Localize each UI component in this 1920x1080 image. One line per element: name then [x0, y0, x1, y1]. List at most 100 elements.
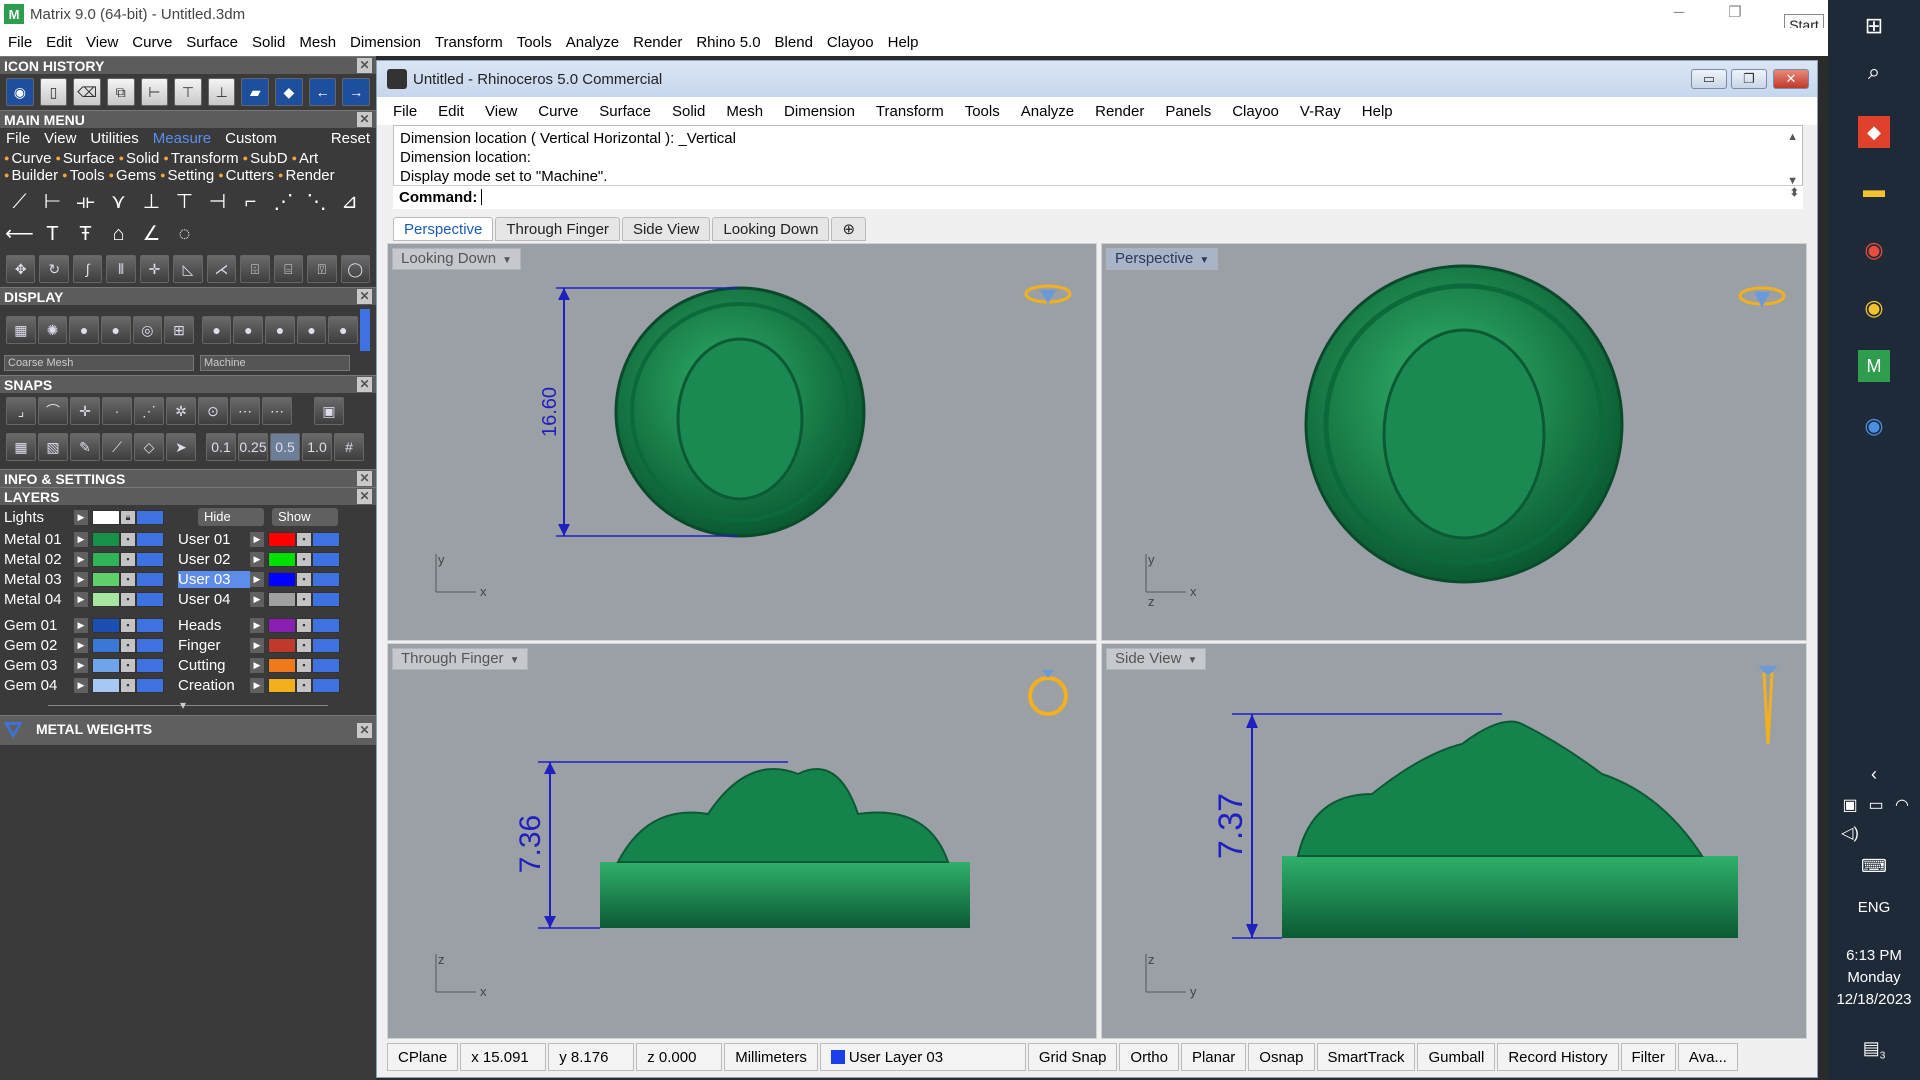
snap-value-025[interactable]: 0.25 — [238, 433, 268, 461]
measure-tool-icon[interactable]: ⊥ — [136, 187, 167, 217]
lock-icon[interactable]: ▪ — [120, 657, 136, 673]
grid-hash-icon[interactable]: # — [334, 433, 364, 461]
layer-visibility-toggle[interactable] — [136, 551, 164, 567]
cat-gems[interactable]: Gems — [109, 167, 156, 184]
history-tool-icon[interactable]: ◉ — [6, 78, 34, 106]
scale-xyz-icon[interactable]: ⍔ — [307, 255, 337, 283]
app-red-icon[interactable]: ◆ — [1858, 116, 1890, 148]
layer-name[interactable]: User 02 — [178, 551, 250, 568]
expand-arrow-icon[interactable]: ▶ — [250, 657, 264, 673]
layer-color-swatch[interactable] — [92, 531, 120, 547]
menu-edit[interactable]: Edit — [46, 34, 72, 51]
diamond-icon[interactable]: ◇ — [134, 433, 164, 461]
file-explorer-icon[interactable]: ▬ — [1858, 174, 1890, 206]
mm-tab-measure[interactable]: Measure — [153, 130, 211, 147]
expand-arrow-icon[interactable]: ▶ — [74, 617, 88, 633]
layer-color-swatch[interactable] — [268, 677, 296, 693]
status-filter[interactable]: Filter — [1620, 1043, 1676, 1071]
layer-name[interactable]: Heads — [178, 617, 250, 634]
platinum-material-icon[interactable]: ● — [296, 316, 327, 344]
taper-icon[interactable]: ⋌ — [206, 255, 237, 283]
layer-visibility-toggle[interactable] — [312, 531, 340, 547]
menu-blend[interactable]: Blend — [775, 34, 813, 51]
close-icon[interactable]: ✕ — [357, 489, 372, 504]
snap-end-icon[interactable]: ⌟ — [6, 397, 36, 425]
layer-color-swatch[interactable] — [92, 571, 120, 587]
rmenu-edit[interactable]: Edit — [438, 103, 464, 120]
add-tab-icon[interactable]: ⊕ — [831, 217, 867, 241]
lock-icon[interactable]: ▪ — [120, 571, 136, 587]
cat-setting[interactable]: Setting — [160, 167, 215, 184]
rmenu-solid[interactable]: Solid — [672, 103, 705, 120]
snap-settings-icon[interactable]: ▣ — [314, 397, 344, 425]
status-grid-snap[interactable]: Grid Snap — [1027, 1043, 1118, 1071]
rmenu-view[interactable]: View — [485, 103, 517, 120]
layer-name[interactable]: Gem 01 — [4, 617, 74, 634]
rmenu-clayoo[interactable]: Clayoo — [1232, 103, 1279, 120]
layer-color-swatch[interactable] — [92, 657, 120, 673]
layer-color-swatch[interactable] — [268, 551, 296, 567]
expand-arrow-icon[interactable]: ▶ — [250, 677, 264, 693]
dimension-horizontal-icon[interactable]: ⊥ — [207, 78, 236, 106]
layer-visibility-toggle[interactable] — [136, 677, 164, 693]
snap-near-icon[interactable]: ⌒ — [38, 397, 68, 425]
status-record-history[interactable]: Record History — [1497, 1043, 1619, 1071]
layer-color-swatch[interactable] — [92, 617, 120, 633]
mm-tab-utilities[interactable]: Utilities — [90, 130, 138, 147]
menu-rhino5[interactable]: Rhino 5.0 — [696, 34, 760, 51]
expand-arrow-icon[interactable]: ▶ — [250, 551, 264, 567]
layer-visibility-toggle[interactable] — [312, 571, 340, 587]
layer-color-swatch[interactable] — [268, 591, 296, 607]
clock[interactable]: 6:13 PM Monday 12/18/2023 — [1828, 945, 1920, 1011]
mm-tab-custom[interactable]: Custom — [225, 130, 277, 147]
lock-icon[interactable]: ▪ — [120, 637, 136, 653]
menu-tools[interactable]: Tools — [517, 34, 552, 51]
status-smarttrack[interactable]: SmartTrack — [1316, 1043, 1416, 1071]
status-layer[interactable]: User Layer 03 — [819, 1043, 1026, 1071]
search-icon[interactable]: ⌕ — [1858, 56, 1890, 88]
layer-color-swatch[interactable] — [268, 637, 296, 653]
layer-color-swatch[interactable] — [268, 617, 296, 633]
gumball-icon[interactable]: ✛ — [139, 255, 170, 283]
xray-icon[interactable]: ◎ — [132, 316, 163, 344]
cat-subd[interactable]: SubD — [243, 150, 288, 167]
language-indicator[interactable]: ENG — [1854, 892, 1894, 924]
menu-analyze[interactable]: Analyze — [566, 34, 619, 51]
tab-side-view[interactable]: Side View — [621, 217, 711, 241]
lock-icon[interactable]: ▪ — [296, 571, 312, 587]
leader-icon[interactable]: ⟵ — [4, 219, 35, 249]
expand-arrow-icon[interactable]: ▶ — [250, 617, 264, 633]
lock-icon[interactable]: ▪ — [296, 637, 312, 653]
snap-perp-icon[interactable]: ⊙ — [198, 397, 228, 425]
flow-icon[interactable]: ∫ — [72, 255, 103, 283]
new-file-icon[interactable]: ▯ — [39, 78, 68, 106]
cat-render[interactable]: Render — [278, 167, 334, 184]
tab-looking-down[interactable]: Looking Down — [712, 217, 830, 241]
layer-visibility-toggle[interactable] — [312, 617, 340, 633]
measure-tool-icon[interactable]: ⊤ — [169, 187, 200, 217]
snap-point-icon[interactable]: ✛ — [70, 397, 100, 425]
layer-color-swatch[interactable] — [92, 591, 120, 607]
layer-visibility-toggle[interactable] — [136, 531, 164, 547]
cat-tools[interactable]: Tools — [62, 167, 105, 184]
rmenu-help[interactable]: Help — [1362, 103, 1393, 120]
layer-visibility-toggle[interactable] — [136, 657, 164, 673]
layer-color-swatch[interactable] — [268, 531, 296, 547]
lock-icon[interactable]: ▪ — [296, 531, 312, 547]
expand-arrow-icon[interactable]: ▶ — [74, 571, 88, 587]
display-slider[interactable] — [360, 309, 370, 351]
mesh-select[interactable]: Coarse Mesh — [4, 355, 194, 371]
close-icon[interactable]: ✕ — [357, 58, 372, 73]
layer-name[interactable]: Cutting — [178, 657, 250, 674]
layer-name[interactable]: Gem 03 — [4, 657, 74, 674]
rmenu-vray[interactable]: V-Ray — [1300, 103, 1341, 120]
gem-icon[interactable]: ◆ — [275, 78, 303, 106]
rmenu-dimension[interactable]: Dimension — [784, 103, 855, 120]
hide-button[interactable]: Hide — [198, 508, 264, 526]
expand-arrow-icon[interactable]: ▶ — [74, 637, 88, 653]
menu-clayoo[interactable]: Clayoo — [827, 34, 874, 51]
expand-arrow-icon[interactable]: ▶ — [250, 571, 264, 587]
text-icon[interactable]: T — [37, 219, 68, 249]
measure-tool-icon[interactable]: ⊣ — [202, 187, 233, 217]
lock-icon[interactable]: ▪ — [120, 531, 136, 547]
